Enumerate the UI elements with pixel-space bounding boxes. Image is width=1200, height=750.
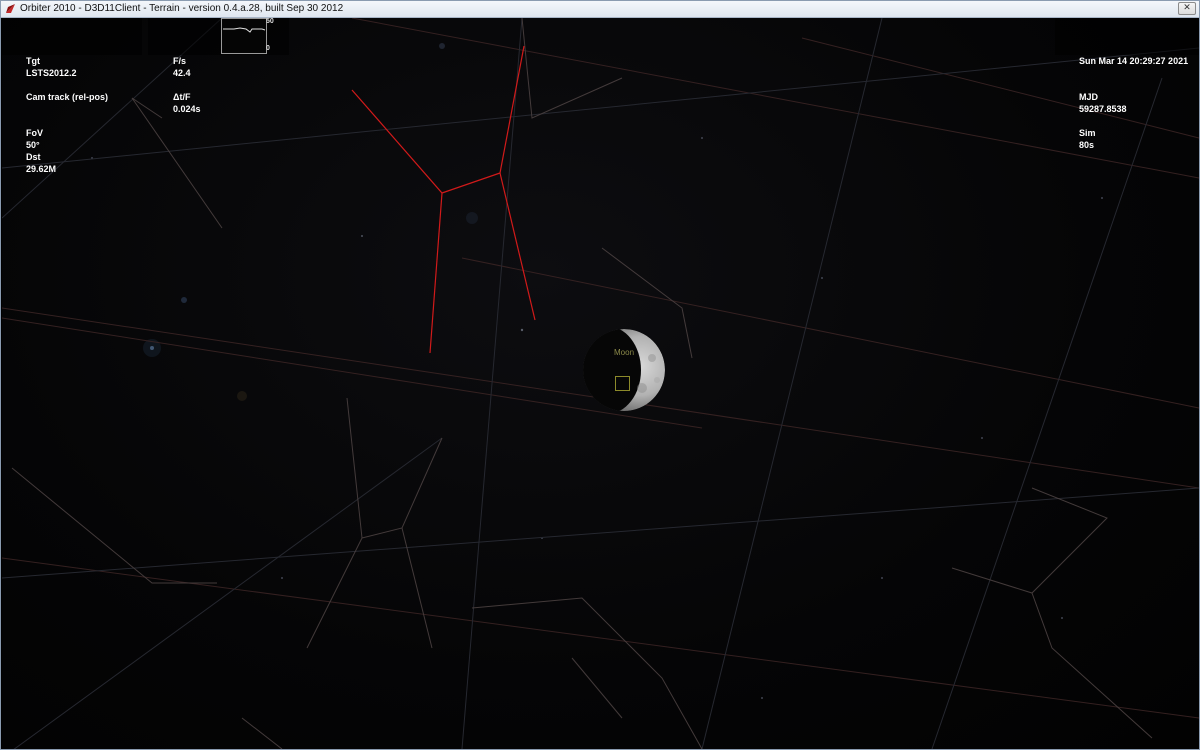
window-title: Orbiter 2010 - D3D11Client - Terrain - v… <box>20 3 344 14</box>
close-icon: ✕ <box>1183 3 1191 13</box>
distance-value: 29.62M <box>26 164 57 174</box>
sky-canvas <box>2 18 1199 749</box>
sim-time-value: 80s <box>1079 140 1095 150</box>
dtf-value: 0.024s <box>173 104 201 114</box>
fps-graph <box>221 18 267 54</box>
title-bar[interactable]: Orbiter 2010 - D3D11Client - Terrain - v… <box>1 1 1199 18</box>
sim-time-label: Sim <box>1079 128 1096 138</box>
close-button[interactable]: ✕ <box>1178 2 1196 15</box>
target-label: Tgt <box>26 56 41 66</box>
moon-target-marker[interactable] <box>615 376 630 391</box>
fps-graph-max: 50 <box>266 18 274 25</box>
3d-viewport[interactable]: Moon Tgt LSTS2012.2 Cam track (rel-pos) … <box>2 18 1199 749</box>
fps-label: F/s <box>173 56 187 66</box>
distance-label: Dst <box>26 152 41 162</box>
sim-date: Sun Mar 14 20:29:27 2021 <box>1079 56 1189 66</box>
mjd-value: 59287.8538 <box>1079 104 1127 114</box>
target-value: LSTS2012.2 <box>26 68 77 78</box>
orbiter-window: Orbiter 2010 - D3D11Client - Terrain - v… <box>0 0 1200 750</box>
constellation-lines-faint <box>11 18 1153 749</box>
fps-graph-line <box>223 27 266 33</box>
camera-mode-label: Cam track (rel-pos) <box>26 92 109 102</box>
fps-value: 42.4 <box>173 68 191 78</box>
dtf-label: Δt/F <box>173 92 191 102</box>
fps-graph-min: 0 <box>266 45 270 52</box>
moon-crescent <box>583 329 665 411</box>
orbiter-app-icon <box>6 4 15 13</box>
hud-time-panel: Sun Mar 14 20:29:27 2021 MJD 59287.8538 … <box>1055 18 1199 150</box>
fov-label: FoV <box>26 128 44 138</box>
moon-label: Moon <box>614 348 635 357</box>
hud-target-panel: Tgt LSTS2012.2 Cam track (rel-pos) FoV 5… <box>2 18 142 174</box>
mjd-label: MJD <box>1079 92 1099 102</box>
fov-value: 50° <box>26 140 40 150</box>
